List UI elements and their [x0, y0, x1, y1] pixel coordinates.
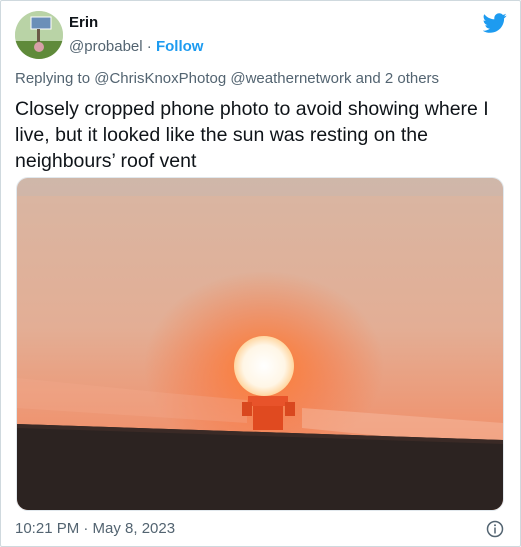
tweet-timestamp[interactable]: 10:21 PM · May 8, 2023: [15, 519, 175, 539]
tweet-photo[interactable]: [16, 177, 504, 511]
tweet-header: Erin @probabel · Follow: [15, 11, 507, 59]
avatar-image: [15, 11, 63, 59]
separator: ·: [146, 38, 152, 55]
author-names: Erin @probabel · Follow: [69, 13, 203, 57]
reply-others[interactable]: and 2 others: [356, 70, 439, 87]
reply-prefix: Replying to: [15, 70, 91, 87]
follow-link[interactable]: Follow: [156, 38, 204, 55]
handle-row: @probabel · Follow: [69, 37, 203, 57]
avatar[interactable]: [15, 11, 63, 59]
handle[interactable]: @probabel: [69, 38, 143, 55]
reply-context: Replying to @ChrisKnoxPhotog @weathernet…: [15, 69, 510, 89]
mention-link-1[interactable]: @ChrisKnoxPhotog: [94, 70, 226, 87]
mention-link-2[interactable]: @weathernetwork: [230, 70, 351, 87]
twitter-bird-icon[interactable]: [483, 11, 507, 35]
tweet-text: Closely cropped phone photo to avoid sho…: [15, 98, 489, 172]
info-icon[interactable]: [486, 520, 504, 538]
sunset-photo: [17, 178, 503, 510]
display-name[interactable]: Erin: [69, 13, 203, 33]
tweet-embed-card: Erin @probabel · Follow Replying to @Chr…: [0, 0, 521, 547]
